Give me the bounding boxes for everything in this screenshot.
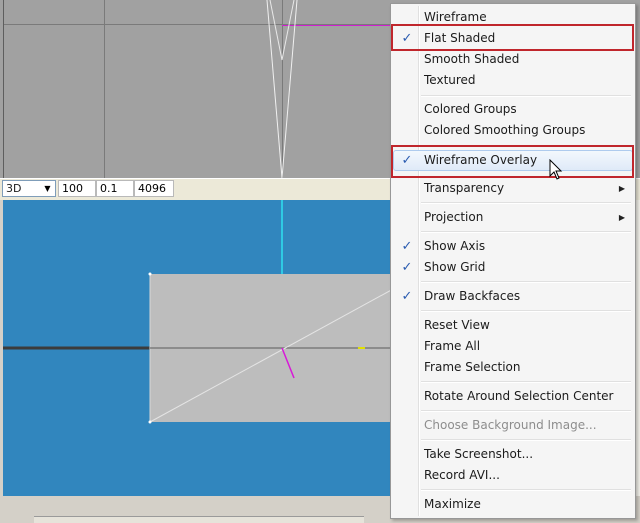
menu-item-label: Smooth Shaded bbox=[424, 52, 520, 66]
menu-separator bbox=[421, 95, 631, 97]
menu-item-choose-background-image: Choose Background Image... bbox=[393, 415, 633, 436]
menu-item-reset-view[interactable]: Reset View bbox=[393, 315, 633, 336]
menu-separator bbox=[421, 439, 631, 441]
far-clip-input[interactable]: 4096 bbox=[134, 180, 174, 197]
viewport-context-menu: Wireframe ✓ Flat Shaded Smooth Shaded Te… bbox=[390, 3, 636, 519]
menu-item-label: Record AVI... bbox=[424, 468, 500, 482]
menu-separator bbox=[421, 310, 631, 312]
menu-item-label: Reset View bbox=[424, 318, 490, 332]
bottom-tab bbox=[34, 516, 364, 523]
menu-item-colored-smoothing-groups[interactable]: Colored Smoothing Groups bbox=[393, 120, 633, 141]
annotation-highlight-flat-shaded bbox=[391, 24, 634, 51]
menu-item-label: Textured bbox=[424, 73, 476, 87]
check-icon: ✓ bbox=[401, 289, 413, 304]
menu-item-label: Projection bbox=[424, 210, 484, 224]
view-mode-value: 3D bbox=[6, 182, 22, 195]
menu-item-label: Frame All bbox=[424, 339, 481, 353]
menu-item-label: Rotate Around Selection Center bbox=[424, 389, 614, 403]
field-of-view-input[interactable]: 100 bbox=[58, 180, 96, 197]
menu-item-maximize[interactable]: Maximize bbox=[393, 494, 633, 515]
menu-item-transparency[interactable]: Transparency ▶ bbox=[393, 178, 633, 199]
3d-viewport[interactable] bbox=[3, 200, 395, 496]
menu-item-take-screenshot[interactable]: Take Screenshot... bbox=[393, 444, 633, 465]
menu-item-label: Transparency bbox=[424, 181, 505, 195]
menu-item-label: Maximize bbox=[424, 497, 481, 511]
menu-separator bbox=[421, 202, 631, 204]
menu-separator bbox=[421, 281, 631, 283]
menu-separator bbox=[421, 231, 631, 233]
menu-item-colored-groups[interactable]: Colored Groups bbox=[393, 99, 633, 120]
menu-item-label: Colored Smoothing Groups bbox=[424, 123, 586, 137]
menu-separator bbox=[421, 381, 631, 383]
menu-item-label: Colored Groups bbox=[424, 102, 517, 116]
menu-separator bbox=[421, 489, 631, 491]
menu-item-rotate-around-selection[interactable]: Rotate Around Selection Center bbox=[393, 386, 633, 407]
menu-item-show-axis[interactable]: ✓ Show Axis bbox=[393, 236, 633, 257]
near-clip-input[interactable]: 0.1 bbox=[96, 180, 134, 197]
submenu-arrow-icon: ▶ bbox=[618, 184, 625, 193]
menu-item-label: Choose Background Image... bbox=[424, 418, 597, 432]
menu-item-label: Take Screenshot... bbox=[424, 447, 534, 461]
check-icon: ✓ bbox=[401, 239, 413, 254]
menu-item-show-grid[interactable]: ✓ Show Grid bbox=[393, 257, 633, 278]
menu-separator bbox=[421, 410, 631, 412]
menu-item-label: Show Grid bbox=[424, 260, 486, 274]
menu-item-frame-selection[interactable]: Frame Selection bbox=[393, 357, 633, 378]
menu-item-projection[interactable]: Projection ▶ bbox=[393, 207, 633, 228]
chevron-down-icon[interactable]: ▼ bbox=[40, 181, 55, 196]
menu-item-label: Show Axis bbox=[424, 239, 486, 253]
menu-item-record-avi[interactable]: Record AVI... bbox=[393, 465, 633, 486]
menu-item-label: Frame Selection bbox=[424, 360, 521, 374]
view-mode-select[interactable]: 3D ▼ bbox=[2, 180, 56, 197]
object-outline bbox=[266, 0, 298, 178]
check-icon: ✓ bbox=[401, 260, 413, 275]
submenu-arrow-icon: ▶ bbox=[618, 213, 625, 222]
annotation-highlight-wireframe-overlay bbox=[391, 145, 634, 178]
menu-item-frame-all[interactable]: Frame All bbox=[393, 336, 633, 357]
mouse-pointer-icon bbox=[549, 159, 563, 180]
menu-item-textured[interactable]: Textured bbox=[393, 70, 633, 91]
menu-item-smooth-shaded[interactable]: Smooth Shaded bbox=[393, 49, 633, 70]
menu-item-label: Draw Backfaces bbox=[424, 289, 521, 303]
menu-item-draw-backfaces[interactable]: ✓ Draw Backfaces bbox=[393, 286, 633, 307]
3d-scene bbox=[3, 200, 395, 424]
